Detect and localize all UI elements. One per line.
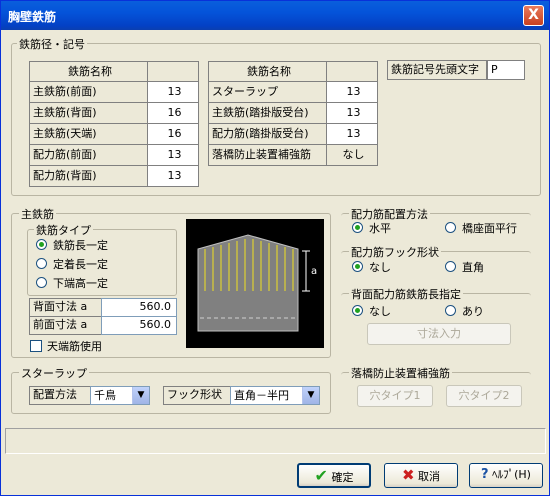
rebar-type-group-title: 鉄筋タイプ bbox=[34, 222, 93, 238]
confirm-button-label: 確定 bbox=[331, 471, 354, 484]
stirrup-hook-value: 直角－半円 bbox=[234, 389, 289, 402]
stirrup-hook-select[interactable]: 直角－半円 ▼ bbox=[230, 386, 320, 405]
front-dimension-label: 前面寸法 a bbox=[29, 316, 102, 335]
dialog-window: 胸壁鉄筋 X 鉄筋径・記号 鉄筋名称 主鉄筋(前面) 13 主鉄筋(背面) 16… bbox=[0, 0, 550, 496]
window-title: 胸壁鉄筋 bbox=[8, 10, 57, 24]
hole-type-1-button[interactable]: 穴タイプ1 bbox=[357, 385, 433, 407]
layout-parallel-label: 橋座面平行 bbox=[462, 222, 517, 235]
table-row-value[interactable]: 13 bbox=[326, 81, 378, 103]
stirrup-group-title: スターラップ bbox=[19, 365, 89, 381]
check-icon: ✔ bbox=[314, 466, 328, 485]
rebar-type-radio-3[interactable] bbox=[36, 277, 47, 288]
back-dimension-label: 背面寸法 a bbox=[29, 298, 102, 317]
close-button[interactable]: X bbox=[523, 5, 544, 26]
table-row-label: 配力筋(背面) bbox=[29, 165, 148, 187]
layout-horizontal-radio[interactable] bbox=[352, 222, 363, 233]
back-length-yes-label: あり bbox=[462, 305, 484, 318]
hook-none-label: なし bbox=[369, 261, 391, 274]
table-header: 鉄筋名称 bbox=[208, 61, 327, 82]
table-row-value[interactable]: 13 bbox=[147, 144, 199, 166]
hook-right-angle-label: 直角 bbox=[462, 261, 484, 274]
back-length-none-label: なし bbox=[369, 305, 391, 318]
stirrup-hook-label: フック形状 bbox=[163, 386, 231, 405]
dimension-label: a bbox=[311, 266, 317, 277]
table-row-label: スターラップ bbox=[208, 81, 327, 103]
help-button[interactable]: ? ﾍﾙﾌﾟ(H) bbox=[469, 463, 543, 488]
status-area bbox=[5, 428, 546, 454]
layout-horizontal-label: 水平 bbox=[369, 222, 391, 235]
help-icon: ? bbox=[481, 467, 489, 482]
table-row-value[interactable]: 13 bbox=[147, 81, 199, 103]
main-rebar-group-title: 主鉄筋 bbox=[19, 206, 56, 222]
table-header-blank bbox=[147, 61, 199, 82]
rebar-type-option-2: 定着長一定 bbox=[53, 258, 108, 271]
table-row-value[interactable]: 13 bbox=[326, 123, 378, 145]
table-row-value[interactable]: 13 bbox=[147, 165, 199, 187]
rebar-diagram: a bbox=[186, 219, 324, 348]
stirrup-layout-select[interactable]: 千鳥 ▼ bbox=[90, 386, 150, 405]
table-row-value[interactable]: 16 bbox=[147, 102, 199, 124]
distribution-hook-title: 配力筋フック形状 bbox=[349, 244, 441, 260]
dimension-input-button[interactable]: 寸法入力 bbox=[367, 323, 511, 345]
confirm-button[interactable]: ✔ 確定 bbox=[297, 463, 371, 488]
table-header-blank bbox=[326, 61, 378, 82]
title-bar[interactable]: 胸壁鉄筋 X bbox=[1, 1, 549, 30]
rebar-type-radio-1[interactable] bbox=[36, 239, 47, 250]
back-dimension-input[interactable]: 560.0 bbox=[101, 298, 177, 317]
table-row-label: 主鉄筋(背面) bbox=[29, 102, 148, 124]
cancel-icon: ✖ bbox=[401, 466, 415, 484]
top-rebar-checkbox-label: 天端筋使用 bbox=[47, 340, 102, 353]
rebar-type-option-1: 鉄筋長一定 bbox=[53, 239, 108, 252]
hole-type-2-button[interactable]: 穴タイプ2 bbox=[446, 385, 522, 407]
hook-none-radio[interactable] bbox=[352, 261, 363, 272]
back-length-none-radio[interactable] bbox=[352, 305, 363, 316]
stirrup-layout-value: 千鳥 bbox=[94, 389, 116, 402]
hook-right-angle-radio[interactable] bbox=[445, 261, 456, 272]
back-length-title: 背面配力筋鉄筋長指定 bbox=[349, 286, 463, 302]
layout-parallel-radio[interactable] bbox=[445, 222, 456, 233]
bridge-fall-title: 落橋防止装置補強筋 bbox=[349, 365, 452, 381]
stirrup-layout-label: 配置方法 bbox=[29, 386, 91, 405]
table-row-label: 配力筋(前面) bbox=[29, 144, 148, 166]
chevron-down-icon[interactable]: ▼ bbox=[302, 387, 319, 404]
table-row-value[interactable]: 13 bbox=[326, 102, 378, 124]
table-header: 鉄筋名称 bbox=[29, 61, 148, 82]
cancel-button[interactable]: ✖ 取消 bbox=[384, 463, 458, 488]
table-row-label: 主鉄筋(天端) bbox=[29, 123, 148, 145]
cancel-button-label: 取消 bbox=[418, 470, 441, 483]
help-button-label: ﾍﾙﾌﾟ(H) bbox=[492, 468, 531, 481]
table-row-label: 主鉄筋(踏掛版受台) bbox=[208, 102, 327, 124]
table-row-label: 落橋防止装置補強筋 bbox=[208, 144, 327, 166]
table-row-value[interactable]: なし bbox=[326, 144, 378, 166]
table-row-label: 主鉄筋(前面) bbox=[29, 81, 148, 103]
rebar-type-radio-2[interactable] bbox=[36, 258, 47, 269]
table-row-label: 配力筋(踏掛版受台) bbox=[208, 123, 327, 145]
chevron-down-icon[interactable]: ▼ bbox=[132, 387, 149, 404]
back-length-yes-radio[interactable] bbox=[445, 305, 456, 316]
front-dimension-input[interactable]: 560.0 bbox=[101, 316, 177, 335]
prefix-label: 鉄筋記号先頭文字 bbox=[387, 60, 487, 80]
table-row-value[interactable]: 16 bbox=[147, 123, 199, 145]
prefix-input[interactable]: P bbox=[487, 60, 525, 80]
top-rebar-checkbox[interactable] bbox=[30, 340, 42, 352]
rebar-diameter-group-title: 鉄筋径・記号 bbox=[17, 36, 87, 52]
rebar-type-option-3: 下端高一定 bbox=[53, 277, 108, 290]
